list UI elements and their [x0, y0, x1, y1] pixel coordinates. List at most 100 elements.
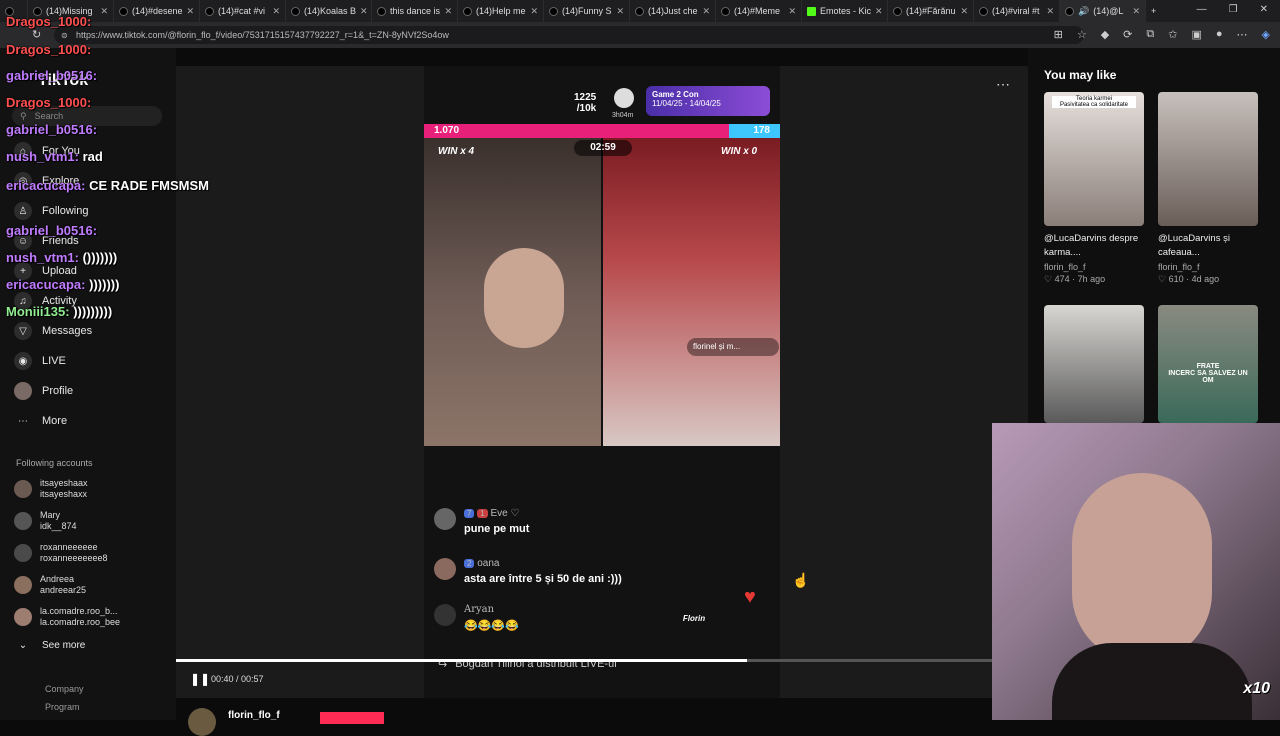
bookmark-star-icon[interactable]: ☆	[1077, 28, 1087, 41]
extension-icon[interactable]: ◆	[1101, 28, 1109, 41]
chat-username: Dragos_1000:	[6, 95, 92, 110]
new-tab-button[interactable]: +	[1146, 0, 1170, 22]
chat-username: gabriel_b0516:	[6, 68, 98, 83]
avatar	[14, 480, 32, 498]
video-author: florin_flo_f	[1158, 262, 1200, 272]
close-icon[interactable]: ✕	[1046, 6, 1054, 17]
game-banner: Game 2 Con 11/04/25 - 14/04/25	[646, 86, 770, 116]
avatar	[14, 608, 32, 626]
nav-messages[interactable]: ▽ Messages	[14, 322, 92, 340]
browser-tab[interactable]: this dance is ✕	[372, 0, 458, 22]
left-participant-video: WIN x 4	[424, 138, 601, 446]
tiktok-icon	[721, 6, 730, 16]
refresh-extension-icon[interactable]: ⟳	[1123, 28, 1132, 41]
apps-icon[interactable]: ⊞	[1054, 28, 1063, 41]
comment-user: oana	[477, 558, 500, 569]
following-account[interactable]: la.comadre.roo_b... la.comadre.roo_bee	[14, 606, 120, 628]
account-handle: andreear25	[40, 585, 87, 595]
close-icon[interactable]: ✕	[444, 6, 452, 17]
following-account[interactable]: itsayeshaax itsayeshaxx	[14, 478, 88, 500]
close-icon[interactable]: ✕	[360, 6, 368, 17]
search-icon: ⚲	[20, 110, 27, 121]
browser-tab[interactable]: (14)Just che ✕	[630, 0, 716, 22]
close-icon[interactable]: ✕	[530, 6, 538, 17]
browser-tab[interactable]: (14)#viral #t ✕	[974, 0, 1060, 22]
close-icon[interactable]: ✕	[702, 6, 710, 17]
browser-tab[interactable]: (14)Koalas B ✕	[286, 0, 372, 22]
site-info-icon[interactable]: ⊜	[61, 31, 68, 40]
video-progress-track[interactable]	[176, 659, 992, 662]
comment-row: 2 oana asta are între 5 și 50 de ani :))…	[434, 558, 622, 585]
browser-tab[interactable]: (14)#Fărănu ✕	[888, 0, 974, 22]
following-account[interactable]: Mary idk__874	[14, 510, 77, 532]
game-dates: 11/04/25 - 14/04/25	[652, 99, 721, 108]
comment-user: Eve	[490, 508, 508, 519]
close-icon[interactable]: ✕	[960, 6, 968, 17]
close-icon[interactable]: ✕	[187, 6, 195, 17]
browser-tab[interactable]: (14)Help me ✕	[458, 0, 544, 22]
video-thumbnail	[1158, 92, 1258, 226]
chevron-down-icon: ⌄	[18, 640, 28, 651]
recommended-video-card[interactable]	[1044, 305, 1144, 423]
close-icon[interactable]: ✕	[875, 6, 883, 17]
nav-more[interactable]: ⋯ More	[14, 412, 67, 430]
pause-icon[interactable]: ❚❚	[190, 672, 210, 686]
minimize-icon[interactable]: —	[1197, 4, 1207, 15]
collections-icon[interactable]: ▣	[1191, 28, 1201, 41]
close-icon[interactable]: ✕	[100, 6, 108, 17]
live-icon: ◉	[14, 352, 32, 370]
like-heart-icon[interactable]: ♥	[744, 586, 756, 609]
florin-sticker: Florin	[682, 614, 706, 623]
nav-live[interactable]: ◉ LIVE	[14, 352, 66, 370]
chat-username: nush_vtm1:	[6, 149, 79, 164]
author-avatar[interactable]	[188, 708, 216, 736]
thumbnail-overlay-text: Teoria karmei Pasivitatea ca solidaritat…	[1052, 96, 1136, 108]
reload-icon[interactable]: ↻	[32, 28, 41, 41]
author-name[interactable]: florin_flo_f	[228, 710, 280, 721]
browser-tab[interactable]: (14)Funny S ✕	[544, 0, 630, 22]
copilot-icon[interactable]: ◈	[1262, 28, 1270, 41]
comment-text: 😂😂😂😂	[464, 620, 519, 632]
see-more-button[interactable]: ⌄ See more	[14, 640, 86, 651]
browser-tab[interactable]: (14)#cat #vi ✕	[200, 0, 286, 22]
following-account[interactable]: roxanneeeeee roxanneeeeeee8	[14, 542, 108, 564]
menu-dots-icon[interactable]: ⋯	[1237, 28, 1248, 41]
url-field[interactable]: ⊜ https://www.tiktok.com/@florin_flo_f/v…	[54, 26, 1084, 44]
maximize-icon[interactable]: ❐	[1229, 4, 1238, 15]
close-window-icon[interactable]: ✕	[1260, 4, 1268, 15]
recommended-video-card[interactable]: Teoria karmei Pasivitatea ca solidaritat…	[1044, 92, 1144, 285]
more-options-icon[interactable]: ⋯	[996, 76, 1010, 93]
favorites-icon[interactable]: ✩	[1168, 28, 1177, 41]
avatar	[434, 604, 456, 626]
chat-message: gabriel_b0516:	[6, 223, 97, 238]
browser-tab[interactable]: (14)#Meme ✕	[716, 0, 802, 22]
browser-tab-active[interactable]: 🔊 (14)@L ✕	[1060, 0, 1146, 22]
recommended-video-card[interactable]: @LucaDarvins și cafeaua... florin_flo_f …	[1158, 92, 1258, 285]
puzzle-icon[interactable]: ⧉	[1146, 28, 1154, 41]
close-icon[interactable]: ✕	[788, 6, 796, 17]
window-controls: — ❐ ✕	[1185, 0, 1280, 19]
profile-avatar-icon[interactable]: ●	[1216, 28, 1223, 41]
close-icon[interactable]: ✕	[272, 6, 280, 17]
speaker-icon[interactable]: 🔊	[1078, 6, 1089, 17]
footer-company-link[interactable]: Company	[45, 684, 84, 694]
nav-profile[interactable]: Profile	[14, 382, 73, 400]
following-account[interactable]: Andreea andreear25	[14, 574, 86, 596]
chat-message: ericacucapa: )))))))	[6, 277, 120, 292]
follow-button[interactable]	[320, 712, 384, 724]
close-icon[interactable]: ✕	[1132, 6, 1140, 17]
comment-user: Aryan	[464, 604, 495, 615]
following-icon: ♙	[14, 202, 32, 220]
streamer-face	[1072, 473, 1212, 663]
close-icon[interactable]: ✕	[616, 6, 624, 17]
nav-following[interactable]: ♙ Following	[14, 202, 88, 220]
comment-text: asta are între 5 și 50 de ani :)))	[464, 573, 622, 585]
win-left-label: WIN x 4	[438, 146, 475, 157]
video-frame[interactable]: 1225/10k 3h04m Game 2 Con 11/04/25 - 14/…	[424, 66, 780, 698]
footer-program-link[interactable]: Program	[45, 702, 80, 712]
chat-message: nush_vtm1: ()))))))	[6, 250, 118, 265]
browser-tab[interactable]: (14)#desene ✕	[114, 0, 200, 22]
chat-username: gabriel_b0516:	[6, 223, 98, 238]
recommended-video-card[interactable]: FRATE INCERC SA SALVEZ UN OM	[1158, 305, 1258, 423]
browser-tab[interactable]: Emotes - Kic ✕	[802, 0, 888, 22]
